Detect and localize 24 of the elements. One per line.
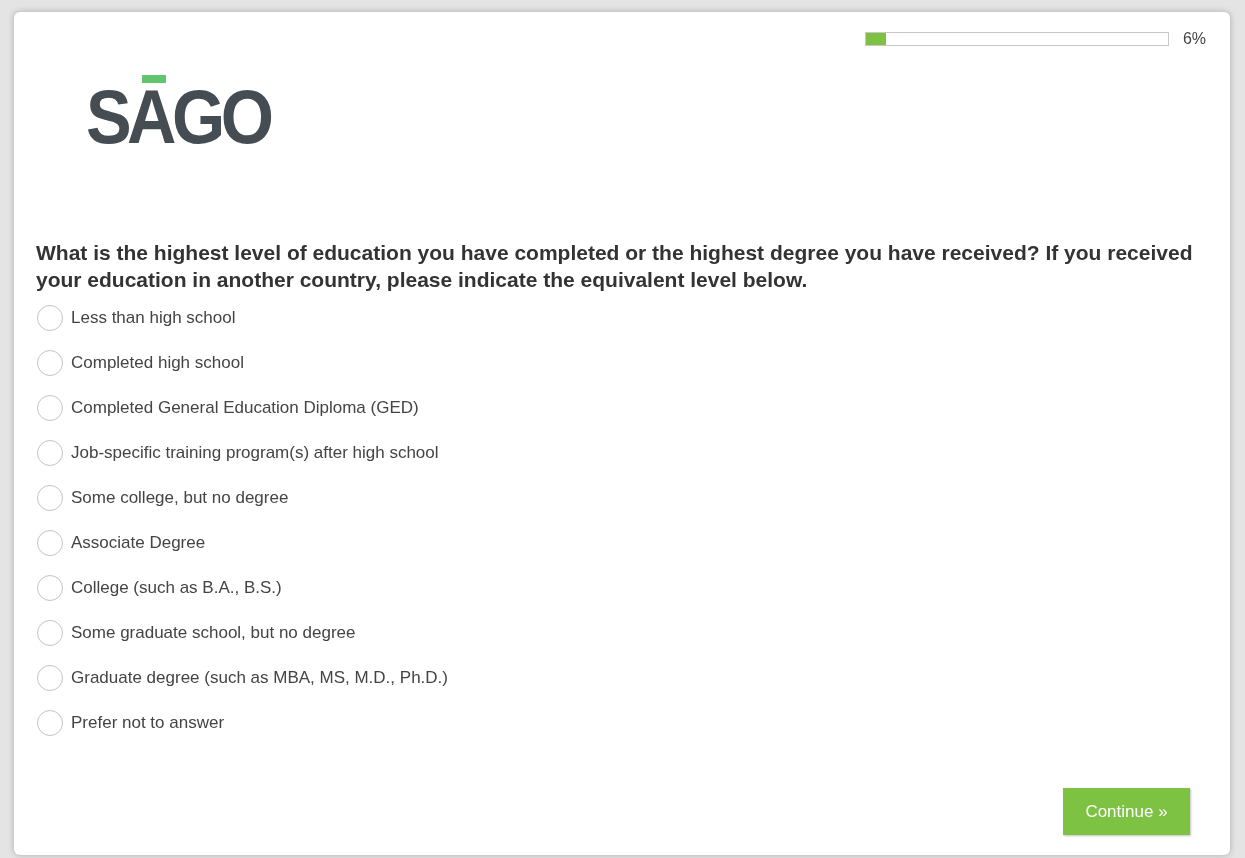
radio-button[interactable]: [37, 530, 63, 556]
radio-button[interactable]: [37, 350, 63, 376]
option-label[interactable]: Graduate degree (such as MBA, MS, M.D., Ph.D.): [71, 665, 448, 691]
logo: SAGO: [86, 79, 270, 155]
question-text: What is the highest level of education you have completed or the highest degree you have received? If you received your education in another country, please indicate the equivalent level below.: [36, 240, 1194, 293]
radio-button[interactable]: [37, 575, 63, 601]
option-label[interactable]: Completed General Education Diploma (GED): [71, 395, 419, 421]
radio-button[interactable]: [37, 305, 63, 331]
radio-button[interactable]: [37, 620, 63, 646]
option-label[interactable]: Some graduate school, but no degree: [71, 620, 356, 646]
radio-button[interactable]: [37, 440, 63, 466]
radio-button[interactable]: [37, 395, 63, 421]
option-label[interactable]: Associate Degree: [71, 530, 206, 556]
option-label[interactable]: Less than high school: [71, 305, 236, 331]
radio-button[interactable]: [37, 710, 63, 736]
radio-button[interactable]: [37, 665, 63, 691]
option-label[interactable]: Job-specific training program(s) after high school: [71, 440, 439, 466]
logo-accent-bar: [142, 75, 166, 83]
radio-button[interactable]: [37, 485, 63, 511]
option-label[interactable]: College (such as B.A., B.S.): [71, 575, 282, 601]
option-label[interactable]: Completed high school: [71, 350, 244, 376]
progress-percent: 6%: [1182, 29, 1206, 49]
option-label[interactable]: Prefer not to answer: [71, 710, 225, 736]
option-label[interactable]: Some college, but no degree: [71, 485, 289, 511]
